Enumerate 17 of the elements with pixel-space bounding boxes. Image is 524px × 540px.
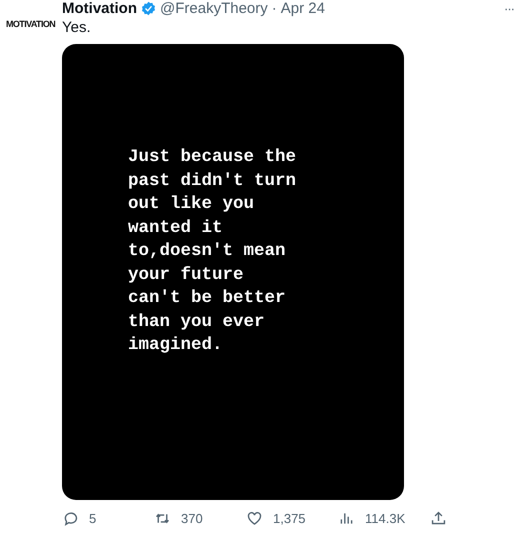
post-date[interactable]: Apr 24 (280, 0, 325, 16)
author-handle[interactable]: @FreakyTheory (160, 0, 268, 16)
more-button[interactable]: ··· (504, 0, 514, 16)
separator-dot: · (272, 0, 277, 16)
share-icon (430, 510, 447, 527)
avatar-logo[interactable]: MOTIVATION (6, 19, 56, 29)
heart-icon (246, 510, 263, 527)
author-name[interactable]: Motivation (62, 0, 137, 16)
like-button[interactable]: 1,375 (246, 510, 316, 527)
reply-button[interactable]: 5 (62, 510, 132, 527)
quote-text: Just because the past didn't turn out like you wanted it to,doesn't mean your future can't be better than you ever imagined. (128, 146, 298, 358)
repost-button[interactable]: 370 (154, 510, 224, 527)
post-text: Yes. (62, 19, 92, 36)
image-card[interactable]: Just because the past didn't turn out like you wanted it to,doesn't mean your future can't be better than you ever imagined. (62, 44, 404, 500)
views-button[interactable]: 114.3K (338, 510, 408, 527)
reply-icon (62, 510, 79, 527)
share-button[interactable] (430, 510, 447, 527)
